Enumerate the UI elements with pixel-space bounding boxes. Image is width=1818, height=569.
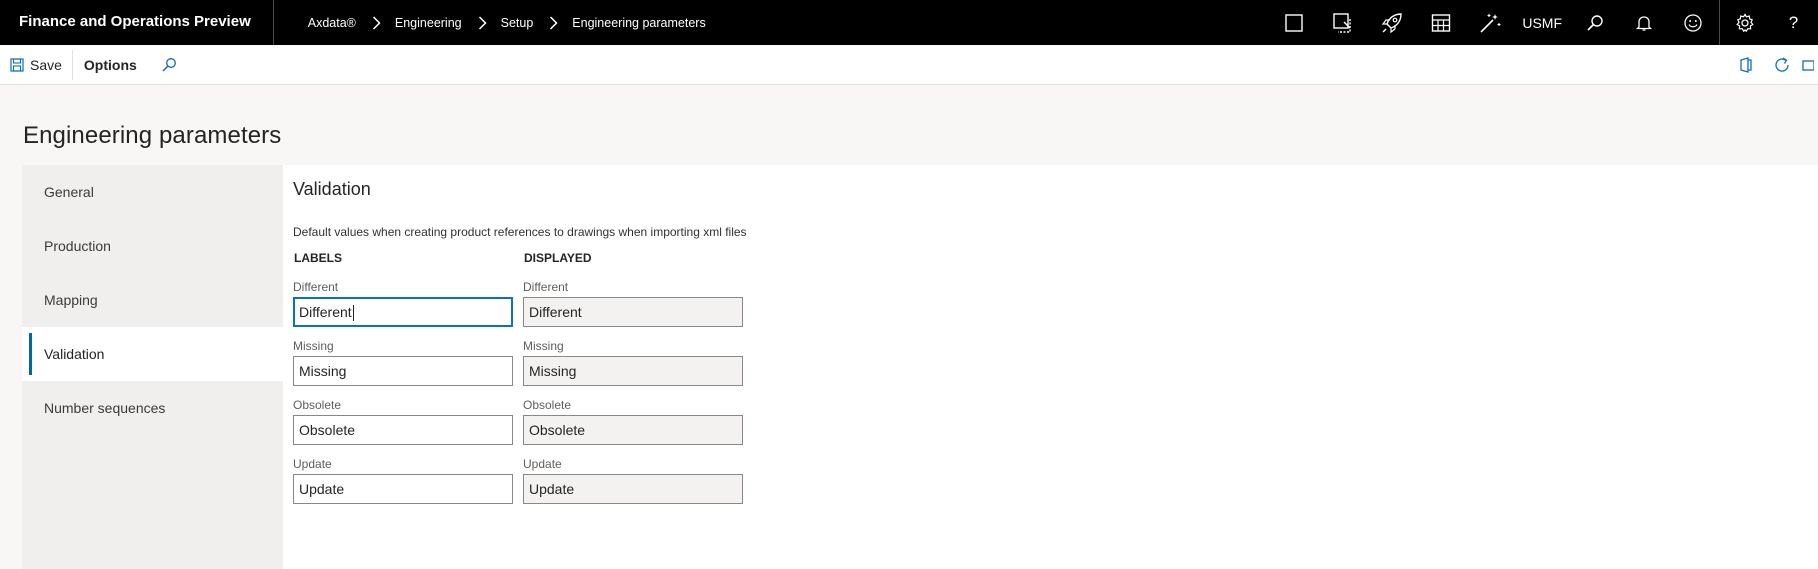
office-icon[interactable] — [1728, 45, 1764, 85]
nav-item-number-sequences[interactable]: Number sequences — [22, 381, 283, 435]
options-button[interactable]: Options — [73, 45, 151, 85]
gear-icon[interactable] — [1720, 0, 1769, 45]
text-caret — [352, 305, 354, 322]
grid-table-icon[interactable] — [1416, 0, 1465, 45]
chevron-right-icon — [372, 15, 381, 30]
update-label: Update — [293, 457, 332, 471]
bell-icon[interactable] — [1619, 0, 1668, 45]
search-icon[interactable] — [1570, 0, 1619, 45]
chevron-right-icon — [478, 15, 487, 30]
update-displayed-field[interactable]: Update — [523, 474, 743, 504]
nav-item-validation[interactable]: Validation — [22, 327, 283, 381]
labels-column-header: LABELS — [294, 251, 342, 265]
different-label: Different — [293, 280, 339, 294]
action-pane: Save Options — [0, 45, 1818, 85]
validation-panel: Validation Default values when creating … — [283, 165, 1818, 569]
different-displayed-field[interactable]: Different — [523, 297, 743, 327]
section-title: Validation — [293, 179, 371, 199]
picture-in-picture-icon[interactable] — [1318, 0, 1367, 45]
action-pane-right — [1728, 45, 1818, 85]
window-icon[interactable] — [1269, 0, 1318, 45]
page-title: Engineering parameters — [23, 122, 282, 149]
breadcrumb-item-engineering[interactable]: Engineering — [393, 16, 464, 30]
missing-displayed-label: Missing — [523, 339, 564, 353]
breadcrumb-item-engineering-parameters[interactable]: Engineering parameters — [570, 16, 707, 30]
chevron-right-icon — [549, 15, 558, 30]
app-title[interactable]: Finance and Operations Preview — [0, 0, 274, 45]
different-displayed-label: Different — [523, 280, 569, 294]
magic-wand-icon[interactable] — [1465, 0, 1514, 45]
obsolete-label: Obsolete — [293, 398, 342, 412]
top-nav-bar: Finance and Operations Preview Axdata® E… — [0, 0, 1818, 45]
section-description: Default values when creating product ref… — [293, 225, 747, 239]
company-selector[interactable]: USMF — [1514, 15, 1570, 31]
left-nav: General Production Mapping Validation Nu… — [22, 165, 283, 569]
nav-item-production[interactable]: Production — [22, 219, 283, 273]
missing-label-input[interactable]: Missing — [293, 356, 513, 386]
different-label-input[interactable]: Different — [293, 297, 513, 327]
obsolete-label-input[interactable]: Obsolete — [293, 415, 513, 445]
rocket-icon[interactable] — [1367, 0, 1416, 45]
different-label-value: Different — [299, 304, 352, 320]
obsolete-displayed-field[interactable]: Obsolete — [523, 415, 743, 445]
nav-item-mapping[interactable]: Mapping — [22, 273, 283, 327]
help-icon[interactable]: ? — [1769, 0, 1818, 45]
save-label: Save — [30, 56, 62, 73]
update-label-input[interactable]: Update — [293, 474, 513, 504]
breadcrumb-item-axdata[interactable]: Axdata® — [306, 16, 358, 30]
nav-item-general[interactable]: General — [22, 165, 283, 219]
breadcrumb-item-setup[interactable]: Setup — [499, 16, 536, 30]
save-icon — [10, 57, 24, 72]
open-in-new-window-icon[interactable] — [1800, 45, 1818, 85]
obsolete-displayed-label: Obsolete — [523, 398, 572, 412]
update-displayed-label: Update — [523, 457, 562, 471]
breadcrumb: Axdata® Engineering Setup Engineering pa… — [306, 16, 708, 30]
missing-displayed-field[interactable]: Missing — [523, 356, 743, 386]
action-search-button[interactable] — [151, 45, 187, 85]
save-button[interactable]: Save — [0, 49, 73, 80]
search-icon — [161, 57, 177, 73]
missing-label: Missing — [293, 339, 334, 353]
top-right-toolbar: USMF ? — [1269, 0, 1818, 45]
smiley-icon[interactable] — [1668, 0, 1717, 45]
displayed-column-header: DISPLAYED — [524, 251, 592, 265]
refresh-icon[interactable] — [1764, 45, 1800, 85]
